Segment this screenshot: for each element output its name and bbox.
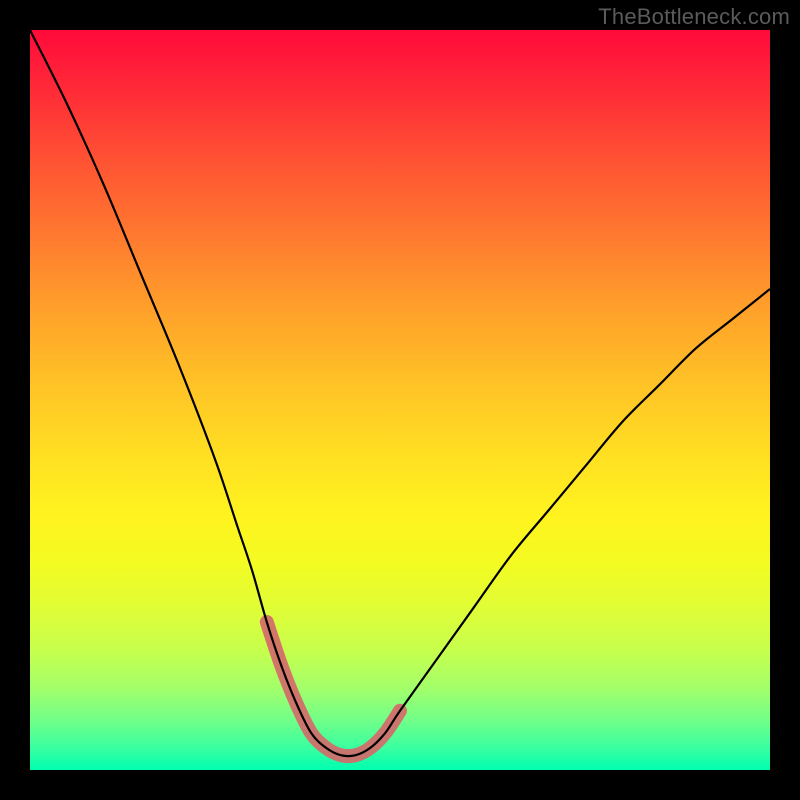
bottleneck-curve <box>30 30 770 756</box>
curve-svg <box>30 30 770 770</box>
curve-highlight <box>267 622 400 756</box>
watermark-text: TheBottleneck.com <box>598 4 790 30</box>
plot-area <box>30 30 770 770</box>
chart-frame: TheBottleneck.com <box>0 0 800 800</box>
